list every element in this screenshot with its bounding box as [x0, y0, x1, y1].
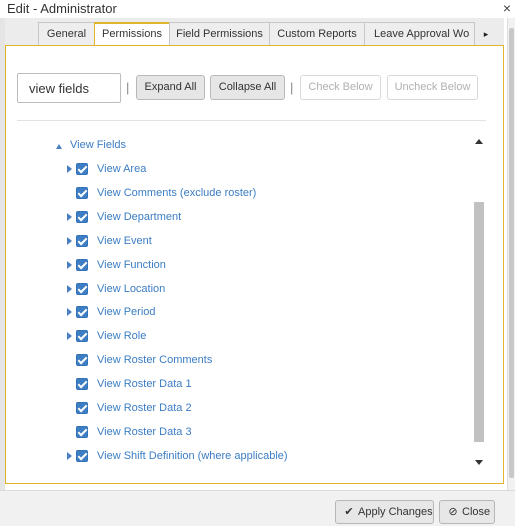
tree-item[interactable]: View Roster Comments [17, 352, 467, 370]
permission-checkbox[interactable] [76, 186, 88, 199]
uncheck-below-button[interactable]: Uncheck Below [387, 75, 478, 100]
title-bar: Edit - Administrator × [0, 0, 515, 18]
scroll-down-icon[interactable] [472, 457, 486, 469]
permission-checkbox[interactable] [76, 234, 88, 247]
tree-item-label[interactable]: View Area [97, 161, 146, 178]
permission-checkbox[interactable] [76, 354, 88, 367]
permission-checkbox[interactable] [76, 402, 88, 414]
expand-all-button[interactable]: Expand All [136, 75, 205, 100]
toolbar-separator: | [290, 80, 294, 95]
close-label: Close [462, 506, 491, 518]
expand-toggle-icon[interactable] [67, 332, 72, 341]
tree-item[interactable]: View Location [17, 281, 467, 299]
expand-toggle-icon[interactable] [67, 284, 72, 293]
close-button[interactable]: ⊘ Close [439, 500, 495, 524]
tab-custom-reports[interactable]: Custom Reports [269, 22, 365, 46]
tree-item[interactable]: View Roster Data 2 [17, 400, 467, 418]
collapse-all-button[interactable]: Collapse All [210, 75, 285, 100]
tree-item-label[interactable]: View Shift Definition (where applicable) [97, 448, 288, 465]
tab-scroll-right-icon[interactable]: ▸ [475, 22, 497, 46]
tab-strip: General Permissions Field Permissions Cu… [5, 18, 504, 47]
tree-item-label[interactable]: View Roster Data 2 [97, 400, 192, 417]
apply-changes-button[interactable]: ✔ Apply Changes [335, 500, 434, 524]
tree-item[interactable]: View Comments (exclude roster) [17, 185, 467, 203]
tab-leave-approval[interactable]: Leave Approval Wo [364, 22, 475, 46]
permission-checkbox[interactable] [76, 449, 88, 462]
tree-item-label[interactable]: View Function [97, 257, 166, 274]
check-below-button[interactable]: Check Below [300, 75, 381, 100]
cancel-icon: ⊘ [448, 506, 458, 518]
tree-item-label[interactable]: View Event [97, 233, 152, 250]
tree-item[interactable]: View Department [17, 209, 467, 227]
permission-checkbox[interactable] [76, 425, 88, 438]
permission-checkbox[interactable] [76, 330, 88, 343]
permission-checkbox[interactable] [76, 282, 88, 295]
expand-toggle-icon[interactable] [67, 451, 72, 460]
expand-toggle-icon[interactable] [56, 144, 62, 149]
tree-item-label[interactable]: View Roster Data 1 [97, 376, 192, 393]
toolbar-divider [17, 120, 486, 121]
tree-item-label[interactable]: View Comments (exclude roster) [97, 185, 256, 202]
tab-field-permissions[interactable]: Field Permissions [169, 22, 270, 46]
tree-item-label[interactable]: View Department [97, 209, 181, 226]
permission-checkbox[interactable] [76, 378, 88, 391]
toolbar-separator: | [126, 80, 130, 95]
scroll-up-icon[interactable] [472, 136, 486, 148]
tree-item[interactable]: View Event [17, 233, 467, 251]
permission-checkbox[interactable] [76, 258, 88, 271]
window-close-icon[interactable]: × [503, 0, 511, 17]
tab-general[interactable]: General [38, 22, 95, 46]
tree-item-label[interactable]: View Roster Data 3 [97, 424, 192, 441]
tree-scrollbar-thumb[interactable] [474, 202, 484, 442]
tree-item-label[interactable]: View Period [97, 304, 156, 321]
expand-toggle-icon[interactable] [67, 165, 72, 173]
tree-item[interactable]: View Roster Data 1 [17, 376, 467, 394]
expand-toggle-icon[interactable] [67, 260, 72, 269]
check-icon: ✔ [344, 506, 354, 518]
permission-checkbox[interactable] [76, 163, 88, 175]
dialog-scrollbar-thumb[interactable] [509, 28, 514, 478]
tree-root-row[interactable]: View Fields [17, 137, 467, 155]
tree-item[interactable]: View Period [17, 304, 467, 322]
window-title: Edit - Administrator [7, 1, 117, 16]
dialog-footer [0, 490, 515, 526]
search-input[interactable] [17, 73, 121, 103]
tree-item-label[interactable]: View Location [97, 281, 165, 298]
permission-tree: View Fields View Area View Comments (excl… [17, 132, 467, 472]
permission-checkbox[interactable] [76, 210, 88, 223]
tree-item[interactable]: View Shift Definition (where applicable) [17, 448, 467, 466]
tree-item-label[interactable]: View Roster Comments [97, 352, 212, 369]
tree-item[interactable]: View Area [17, 161, 467, 179]
expand-toggle-icon[interactable] [67, 212, 72, 221]
tab-permissions[interactable]: Permissions [94, 22, 170, 47]
expand-toggle-icon[interactable] [67, 308, 72, 317]
tree-scrollbar[interactable] [472, 134, 486, 472]
tree-item-label[interactable]: View Role [97, 328, 146, 345]
tree-item[interactable]: View Role [17, 328, 467, 346]
tree-root-label[interactable]: View Fields [70, 137, 126, 154]
tree-item[interactable]: View Function [17, 257, 467, 275]
permission-checkbox[interactable] [76, 306, 88, 319]
expand-toggle-icon[interactable] [67, 236, 72, 245]
tree-item[interactable]: View Roster Data 3 [17, 424, 467, 442]
apply-changes-label: Apply Changes [358, 506, 433, 518]
